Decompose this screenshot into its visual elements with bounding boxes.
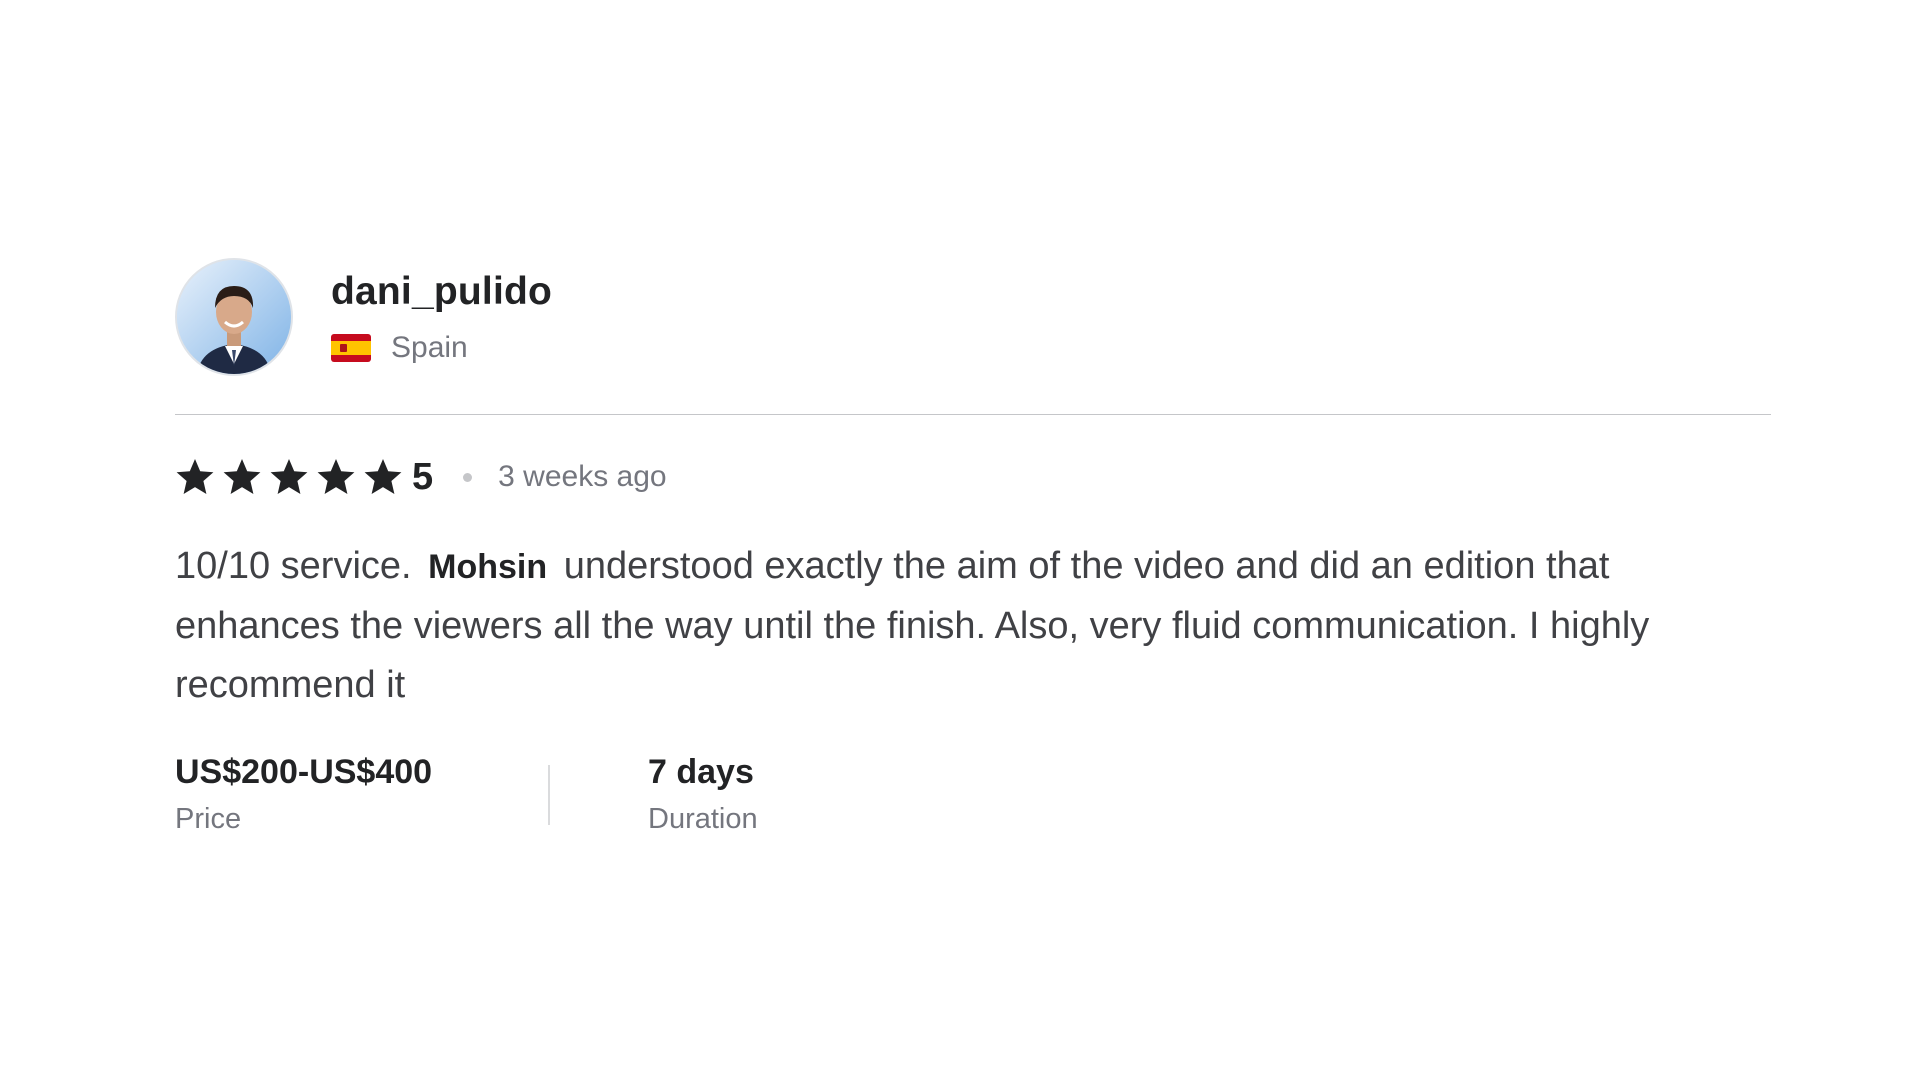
review-text: 10/10 service. Mohsin understood exactly… [175, 537, 1775, 715]
star-icon [317, 459, 355, 494]
price-value: US$200-US$400 [175, 753, 433, 791]
price-block: US$200-US$400 Price [175, 751, 450, 836]
avatar[interactable] [175, 258, 293, 376]
spain-flag-icon [331, 334, 371, 362]
star-icon [364, 459, 402, 494]
country-row: Spain [331, 331, 552, 365]
star-icon [223, 459, 261, 494]
seller-mention[interactable]: Mohsin [428, 548, 547, 586]
price-label: Price [175, 803, 242, 835]
rating-value: 5 [412, 455, 434, 498]
username[interactable]: dani_pulido [331, 269, 552, 315]
separator-dot [463, 472, 473, 482]
review-time: 3 weeks ago [498, 460, 667, 493]
star-rating [175, 457, 410, 497]
user-info: dani_pulido Spain [331, 269, 552, 365]
review-text-start: 10/10 service. [175, 545, 412, 587]
star-icon [270, 459, 308, 494]
divider [175, 414, 1771, 415]
meta-divider [548, 765, 550, 825]
duration-value: 7 days [648, 753, 754, 791]
order-meta: US$200-US$400 Price 7 days Duration [175, 751, 1775, 836]
review-card: dani_pulido Spain 5 3 weeks ago 10/10 se… [175, 258, 1775, 836]
review-header: dani_pulido Spain [175, 258, 1775, 376]
rating-row: 5 3 weeks ago [175, 455, 1775, 499]
duration-label: Duration [648, 803, 758, 835]
avatar-image [177, 260, 291, 374]
duration-block: 7 days Duration [648, 751, 758, 836]
star-icon [176, 459, 214, 494]
country-name: Spain [391, 331, 468, 364]
